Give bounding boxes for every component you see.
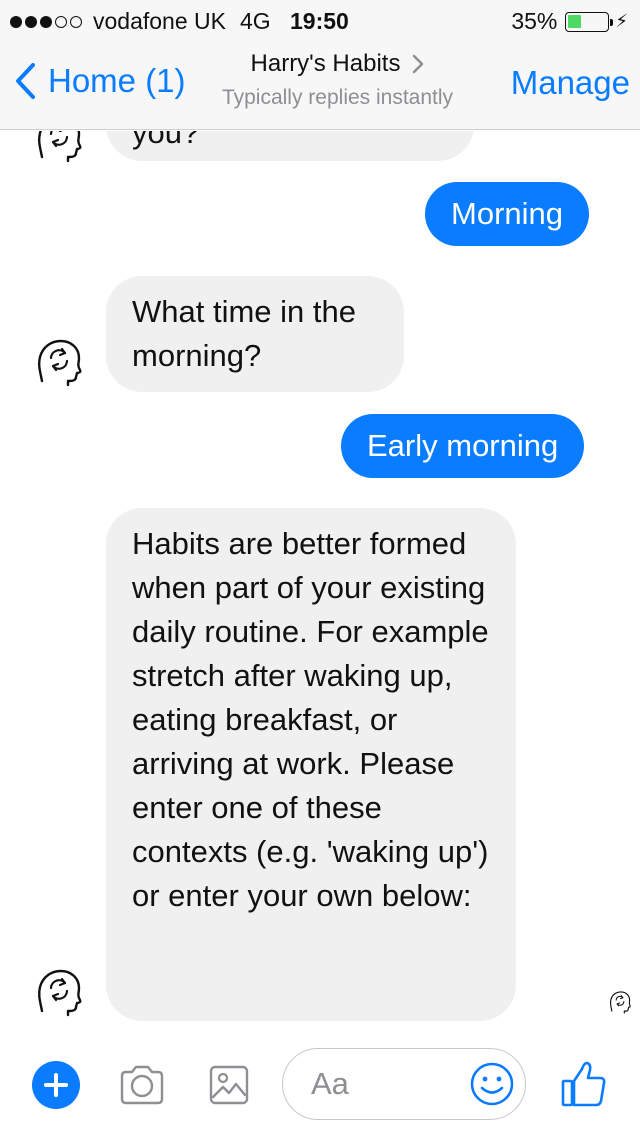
message-input-container[interactable] <box>282 1048 526 1120</box>
message-input[interactable] <box>311 1063 461 1105</box>
status-time: 19:50 <box>290 8 349 34</box>
message-text: you? <box>132 131 200 150</box>
message-text: What time in the morning? <box>132 294 356 373</box>
status-left: vodafone UK 4G <box>10 8 291 35</box>
message-bubble-user: Morning <box>425 182 589 246</box>
message-bubble-bot: Habits are better formed when part of yo… <box>106 508 516 1021</box>
image-icon[interactable] <box>208 1064 250 1106</box>
signal-strength-icon <box>10 15 85 28</box>
message-text: Morning <box>451 196 563 231</box>
message-text: Habits are better formed when part of yo… <box>132 526 489 913</box>
charging-bolt-icon: ⚡ <box>615 11 628 31</box>
message-bubble-bot: you? <box>106 131 474 161</box>
battery-percent: 35% <box>511 8 558 34</box>
back-label: Home (1) <box>48 62 186 99</box>
camera-icon[interactable] <box>118 1064 166 1106</box>
conversation-title-row: Harry's Habits <box>200 50 475 78</box>
thumbs-up-icon[interactable] <box>560 1059 608 1109</box>
message-thread[interactable]: you? Morning What time in the morning? E… <box>0 131 640 1021</box>
conversation-subtitle: Typically replies instantly <box>221 86 454 109</box>
back-button[interactable]: Home (1) <box>14 62 186 100</box>
carrier-name: vodafone UK <box>93 8 226 34</box>
chevron-left-icon <box>16 63 35 99</box>
message-text: Early morning <box>367 428 559 463</box>
emoji-icon[interactable] <box>469 1061 515 1107</box>
network-type: 4G <box>239 8 271 34</box>
compose-bar <box>0 1021 640 1136</box>
message-bubble-user: Early morning <box>341 414 585 478</box>
conversation-title: Harry's Habits <box>250 50 401 77</box>
conversation-info[interactable]: Harry's Habits Typically replies instant… <box>200 50 475 110</box>
bot-avatar-icon <box>34 967 84 1017</box>
bot-avatar-icon <box>34 131 84 163</box>
status-right: 35% ⚡ <box>511 8 628 35</box>
battery-icon <box>565 11 614 32</box>
seen-avatar-icon <box>608 990 632 1014</box>
plus-icon[interactable] <box>32 1061 80 1109</box>
battery-fill <box>568 14 582 28</box>
message-bubble-bot: What time in the morning? <box>106 276 404 392</box>
status-bar: vodafone UK 4G 19:50 35% ⚡ <box>0 0 640 40</box>
chevron-right-icon <box>413 54 424 74</box>
manage-button[interactable]: Manage <box>511 64 630 102</box>
conversation-header: Home (1) Harry's Habits Typically replie… <box>0 40 640 130</box>
bot-avatar-icon <box>34 337 84 387</box>
